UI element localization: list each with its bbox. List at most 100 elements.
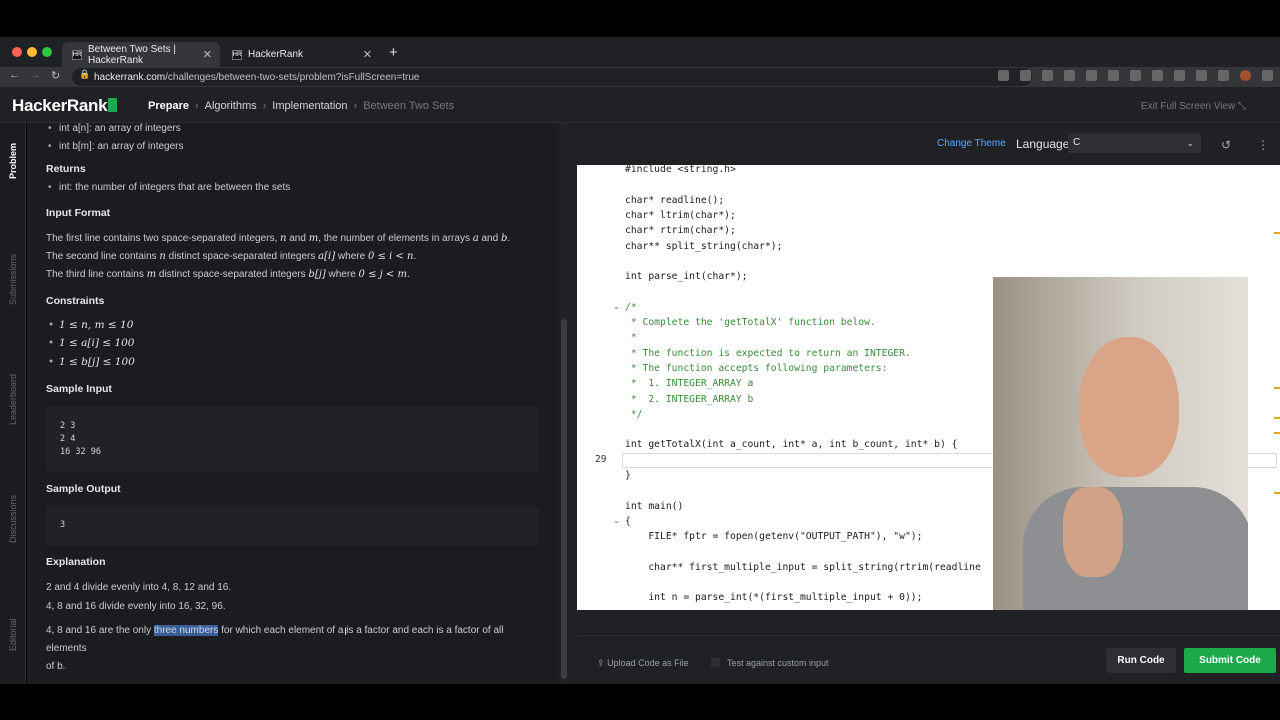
param-b: int b[m]: an array of integers (48, 141, 183, 152)
extension-icon[interactable] (1174, 70, 1185, 81)
scrollbar-thumb[interactable] (561, 319, 567, 679)
profile-avatar[interactable] (1240, 70, 1251, 81)
back-icon[interactable]: ← (9, 69, 20, 81)
extension-icon[interactable] (1152, 70, 1163, 81)
line-number: 29 (595, 454, 607, 465)
language-select[interactable]: C ⌄ (1068, 133, 1201, 153)
forward-icon[interactable]: → (30, 69, 41, 81)
url-bar[interactable]: hackerrank.com/challenges/between-two-se… (72, 68, 1032, 86)
math-cond: 0 ≤ j < m (358, 269, 407, 280)
breadcrumb-implementation[interactable]: Implementation (272, 100, 347, 112)
code-line: FILE* fptr = fopen(getenv("OUTPUT_PATH")… (625, 531, 923, 543)
text: The second line contains (46, 251, 157, 262)
math-n: n (159, 251, 166, 262)
returns-text: int: the number of integers that are bet… (48, 182, 290, 193)
change-theme-link[interactable]: Change Theme (937, 138, 1006, 149)
hackerrank-favicon-icon: HR (72, 49, 82, 60)
webcam-overlay (993, 277, 1248, 633)
breadcrumb-prepare[interactable]: Prepare (148, 100, 189, 112)
checkbox-icon[interactable] (711, 658, 720, 667)
text: and (289, 233, 306, 244)
screen: HR Between Two Sets | HackerRank ✕ HR Ha… (0, 0, 1280, 720)
explanation-line: 2 and 4 divide evenly into 4, 8, 12 and … (46, 582, 232, 593)
chevron-right-icon: › (262, 100, 267, 112)
code-line: int main() (625, 500, 684, 512)
sample-output-line: 3 (60, 520, 66, 530)
text: 4, 8 and 16 are the only (46, 625, 154, 636)
extension-icon[interactable] (1064, 70, 1075, 81)
code-line: int n = parse_int(*(first_multiple_input… (625, 592, 923, 604)
tab-submissions[interactable]: Submissions (8, 254, 18, 305)
text: distinct space-separated integers (168, 251, 316, 262)
text: where (337, 251, 366, 262)
tab-problem[interactable]: Problem (8, 143, 18, 179)
tab-title: Between Two Sets | HackerRank (88, 43, 177, 66)
history-icon[interactable]: ↺ (1221, 138, 1231, 152)
bookmark-star-icon[interactable] (1020, 70, 1031, 81)
exit-fullscreen-label: Exit Full Screen View (1140, 101, 1236, 112)
code-line: } (625, 470, 631, 481)
sample-input-line: 16 32 96 (60, 447, 101, 457)
tab-leaderboard[interactable]: Leaderboard (8, 374, 18, 425)
code-line: /* (625, 301, 637, 313)
new-tab-icon[interactable]: + (389, 44, 398, 61)
browser-tab-active[interactable]: HR Between Two Sets | HackerRank ✕ (62, 42, 220, 67)
maximize-window-icon[interactable] (42, 47, 52, 57)
extension-icon[interactable] (1108, 70, 1119, 81)
constraint-item: 1 ≤ n, m ≤ 10 (48, 319, 133, 331)
collapse-icon: ⤡ (1238, 101, 1246, 112)
code-line: int parse_int(char*); (625, 271, 748, 283)
input-format-line2: The second line contains n distinct spac… (46, 251, 417, 262)
extension-icon[interactable] (1086, 70, 1097, 81)
close-tab-icon[interactable]: ✕ (363, 48, 372, 61)
language-label: Language (1016, 137, 1070, 151)
puzzle-extensions-icon[interactable] (1196, 70, 1207, 81)
math-m: m (308, 233, 319, 244)
upload-code-link[interactable]: ⇪ Upload Code as File (597, 658, 689, 669)
run-code-button[interactable]: Run Code (1106, 648, 1176, 673)
chevron-right-icon: › (194, 100, 199, 112)
code-line: * 1. INTEGER_ARRAY a (625, 378, 754, 390)
menu-kebab-icon[interactable] (1262, 70, 1273, 81)
minimap-marker (1274, 432, 1280, 434)
browser-tab[interactable]: HR HackerRank ✕ (222, 42, 380, 67)
code-line: * 2. INTEGER_ARRAY b (625, 393, 754, 405)
share-icon[interactable] (998, 70, 1009, 81)
reload-icon[interactable]: ↻ (51, 69, 60, 82)
sample-input-line: 2 4 (60, 434, 76, 444)
code-line: char** first_multiple_input = split_stri… (625, 561, 981, 573)
math-b: b (500, 233, 508, 244)
text: distinct space-separated integers (158, 269, 306, 280)
tab-editorial[interactable]: Editorial (8, 618, 18, 651)
breadcrumb-algorithms[interactable]: Algorithms (205, 100, 257, 112)
tab-title: HackerRank (248, 49, 304, 60)
exit-fullscreen-link[interactable]: Exit Full Screen View ⤡ (1141, 101, 1246, 112)
problem-statement: int a[n]: an array of integers int b[m]:… (27, 123, 559, 684)
fold-chevron-icon[interactable]: ⌄ (613, 302, 620, 311)
submit-code-button[interactable]: Submit Code (1184, 648, 1276, 673)
code-line: * Complete the 'getTotalX' function belo… (625, 317, 876, 328)
constraint-item: 1 ≤ a[i] ≤ 100 (48, 337, 135, 349)
code-line: char* rtrim(char*); (625, 225, 736, 237)
minimize-window-icon[interactable] (27, 47, 37, 57)
upload-icon: ⇪ (597, 658, 605, 668)
panel-resize-handle[interactable] (569, 123, 577, 684)
hackerrank-favicon-icon: HR (232, 49, 242, 60)
hackerrank-logo[interactable]: HackerRank (12, 96, 118, 116)
custom-input-checkbox[interactable]: Test against custom input (711, 658, 829, 668)
close-tab-icon[interactable]: ✕ (203, 48, 212, 61)
extension-icons (998, 70, 1273, 81)
code-line: char* readline(); (625, 194, 725, 206)
lock-icon[interactable]: 🔒 (79, 69, 90, 80)
problem-scrollbar[interactable] (559, 123, 569, 684)
sidebar-icon[interactable] (1218, 70, 1229, 81)
upload-label: Upload Code as File (607, 658, 689, 668)
code-line: */ (625, 408, 643, 420)
extension-icon[interactable] (1042, 70, 1053, 81)
logo-text: HackerRank (12, 96, 108, 115)
more-options-icon[interactable]: ⋮ (1257, 138, 1269, 152)
tab-discussions[interactable]: Discussions (8, 495, 18, 543)
fold-chevron-icon[interactable]: ⌄ (613, 516, 620, 525)
extension-icon[interactable] (1130, 70, 1141, 81)
close-window-icon[interactable] (12, 47, 22, 57)
